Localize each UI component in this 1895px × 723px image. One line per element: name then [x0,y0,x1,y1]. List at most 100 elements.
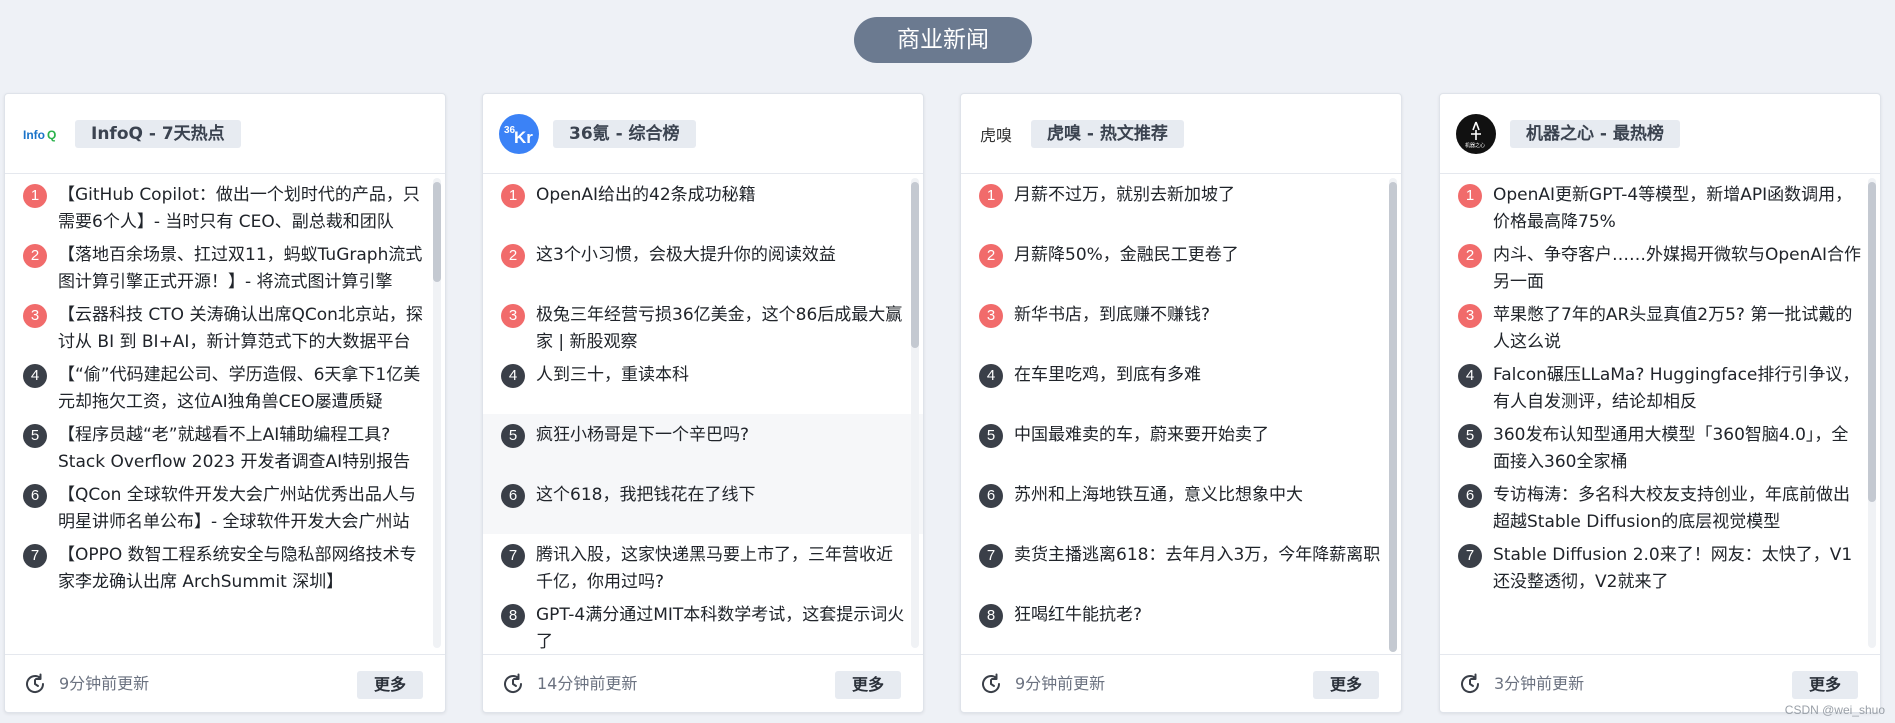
news-item-title[interactable]: 新华书店，到底赚不赚钱? [1014,302,1385,329]
news-list: 1 OpenAI更新GPT-4等模型，新增API函数调用，价格最高降75% 2 … [1440,174,1880,652]
scrollbar[interactable] [911,178,919,648]
news-item-title[interactable]: Stable Diffusion 2.0来了！网友：太快了，V1还没整透彻，V2… [1493,542,1864,596]
news-item-title[interactable]: 【落地百余场景、扛过双11，蚂蚁TuGraph流式图计算引擎正式开源！】- 将流… [58,242,429,296]
card-title[interactable]: 机器之心 - 最热榜 [1510,120,1680,148]
news-item-title[interactable]: 人到三十，重读本科 [536,362,907,389]
news-item[interactable]: 4 Falcon碾压LLaMa? Huggingface排行引争议，有人自发测评… [1440,354,1880,414]
news-item-title[interactable]: 在车里吃鸡，到底有多难 [1014,362,1385,389]
news-list: 1 【GitHub Copilot：做出一个划时代的产品，只需要6个人】- 当时… [5,174,445,652]
news-item-title[interactable]: 极兔三年经营亏损36亿美金，这个86后成最大赢家 | 新股观察 [536,302,907,356]
news-item[interactable]: 7 腾讯入股，这家快递黑马要上市了，三年营收近千亿，你用过吗? [483,534,923,594]
news-item-title[interactable]: 疯狂小杨哥是下一个辛巴吗? [536,422,907,449]
news-item[interactable]: 4 在车里吃鸡，到底有多难 [961,354,1401,414]
more-button[interactable]: 更多 [357,671,423,699]
scrollbar[interactable] [1389,178,1397,652]
rank-badge: 7 [501,544,525,568]
scrollbar-thumb[interactable] [1868,182,1876,502]
news-item[interactable]: 5 360发布认知型通用大模型「360智脑4.0」，全面接入360全家桶 [1440,414,1880,474]
rank-badge: 7 [23,544,47,568]
news-item[interactable]: 2 月薪降50%，金融民工更卷了 [961,234,1401,294]
news-item-title[interactable]: OpenAI给出的42条成功秘籍 [536,182,907,209]
card-title[interactable]: 虎嗅 - 热文推荐 [1031,120,1184,148]
news-item-title[interactable]: 360发布认知型通用大模型「360智脑4.0」，全面接入360全家桶 [1493,422,1864,476]
news-card: 36 Kr 36氪 - 综合榜 1 OpenAI给出的42条成功秘籍 2 这3个小… [482,93,924,713]
news-item[interactable]: 2 内斗、争夺客户……外媒揭开微软与OpenAI合作另一面 [1440,234,1880,294]
more-button[interactable]: 更多 [835,671,901,699]
news-item[interactable]: 1 【GitHub Copilot：做出一个划时代的产品，只需要6个人】- 当时… [5,174,445,234]
rank-badge: 2 [501,244,525,268]
news-item[interactable]: 5 疯狂小杨哥是下一个辛巴吗? [483,414,923,474]
news-item-title[interactable]: 苹果憋了7年的AR头显真值2万5? 第一批试戴的人这么说 [1493,302,1864,356]
news-item[interactable]: 5 【程序员越“老”就越看不上AI辅助编程工具? Stack Overflow … [5,414,445,474]
update-time: 3分钟前更新 [1494,674,1585,693]
more-button[interactable]: 更多 [1313,671,1379,699]
news-item-title[interactable]: 【OPPO 数智工程系统安全与隐私部网络技术专家李龙确认出席 ArchSummi… [58,542,429,596]
news-item-title[interactable]: OpenAI更新GPT-4等模型，新增API函数调用，价格最高降75% [1493,182,1864,236]
news-item-title[interactable]: 【QCon 全球软件开发大会广州站优秀出品人与明星讲师名单公布】- 全球软件开发… [58,482,429,536]
news-item[interactable]: 7 【OPPO 数智工程系统安全与隐私部网络技术专家李龙确认出席 ArchSum… [5,534,445,594]
refresh-icon[interactable] [1458,672,1482,696]
news-item[interactable]: 6 苏州和上海地铁互通，意义比想象中大 [961,474,1401,534]
news-item[interactable]: 7 Stable Diffusion 2.0来了！网友：太快了，V1还没整透彻，… [1440,534,1880,594]
news-item-title[interactable]: 【GitHub Copilot：做出一个划时代的产品，只需要6个人】- 当时只有… [58,182,429,236]
news-item-title[interactable]: Falcon碾压LLaMa? Huggingface排行引争议，有人自发测评，结… [1493,362,1864,416]
scrollbar-thumb[interactable] [911,182,919,348]
news-item-title[interactable]: GPT-4满分通过MIT本科数学考试，这套提示词火了 [536,602,907,652]
news-item[interactable]: 3 新华书店，到底赚不赚钱? [961,294,1401,354]
news-item-title[interactable]: 月薪不过万，就别去新加坡了 [1014,182,1385,209]
rank-badge: 1 [501,184,525,208]
news-item-title[interactable]: 月薪降50%，金融民工更卷了 [1014,242,1385,269]
news-item-title[interactable]: 【“偷”代码建起公司、学历造假、6天拿下1亿美元却拖欠工资，这位AI独角兽CEO… [58,362,429,416]
news-item-title[interactable]: 【程序员越“老”就越看不上AI辅助编程工具? Stack Overflow 20… [58,422,429,476]
news-item-title[interactable]: 这3个小习惯，会极大提升你的阅读效益 [536,242,907,269]
news-item[interactable]: 4 人到三十，重读本科 [483,354,923,414]
scrollbar[interactable] [1868,178,1876,648]
rank-badge: 6 [23,484,47,508]
news-item[interactable]: 4 【“偷”代码建起公司、学历造假、6天拿下1亿美元却拖欠工资，这位AI独角兽C… [5,354,445,414]
rank-badge: 3 [979,304,1003,328]
news-item-title[interactable]: 腾讯入股，这家快递黑马要上市了，三年营收近千亿，你用过吗? [536,542,907,596]
refresh-icon[interactable] [979,672,1003,696]
news-item[interactable]: 2 这3个小习惯，会极大提升你的阅读效益 [483,234,923,294]
scrollbar[interactable] [433,178,441,648]
rank-badge: 8 [501,604,525,628]
news-item-title[interactable]: 狂喝红牛能抗老? [1014,602,1385,629]
card-title[interactable]: InfoQ - 7天热点 [75,120,241,148]
news-item[interactable]: 1 月薪不过万，就别去新加坡了 [961,174,1401,234]
scrollbar-thumb[interactable] [433,182,441,282]
svg-text:机器之心: 机器之心 [1465,142,1485,149]
update-time: 9分钟前更新 [59,674,150,693]
news-item-title[interactable]: 卖货主播逃离618：去年月入3万，今年降薪离职 [1014,542,1385,569]
news-item[interactable]: 8 狂喝红牛能抗老? [961,594,1401,652]
news-item-title[interactable]: 【云器科技 CTO 关涛确认出席QCon北京站，探讨从 BI 到 BI+AI，新… [58,302,429,356]
news-item[interactable]: 1 OpenAI给出的42条成功秘籍 [483,174,923,234]
news-item[interactable]: 7 卖货主播逃离618：去年月入3万，今年降薪离职 [961,534,1401,594]
scrollbar-thumb[interactable] [1389,182,1397,652]
news-item[interactable]: 1 OpenAI更新GPT-4等模型，新增API函数调用，价格最高降75% [1440,174,1880,234]
news-card: 虎嗅 虎嗅 - 热文推荐 1 月薪不过万，就别去新加坡了 2 月薪降50%，金融… [960,93,1402,713]
rank-badge: 5 [979,424,1003,448]
news-item-title[interactable]: 内斗、争夺客户……外媒揭开微软与OpenAI合作另一面 [1493,242,1864,296]
news-item-title[interactable]: 中国最难卖的车，蔚来要开始卖了 [1014,422,1385,449]
news-item-title[interactable]: 专访梅涛：多名科大校友支持创业，年底前做出超越Stable Diffusion的… [1493,482,1864,536]
update-time: 14分钟前更新 [537,674,638,693]
news-item[interactable]: 3 极兔三年经营亏损36亿美金，这个86后成最大赢家 | 新股观察 [483,294,923,354]
news-card: 机器之心 机器之心 - 最热榜 1 OpenAI更新GPT-4等模型，新增API… [1439,93,1881,713]
refresh-icon[interactable] [23,672,47,696]
news-item-title[interactable]: 这个618，我把钱花在了线下 [536,482,907,509]
rank-badge: 1 [979,184,1003,208]
news-item[interactable]: 3 苹果憋了7年的AR头显真值2万5? 第一批试戴的人这么说 [1440,294,1880,354]
card-footer: 9分钟前更新 更多 [961,654,1401,712]
news-item[interactable]: 6 【QCon 全球软件开发大会广州站优秀出品人与明星讲师名单公布】- 全球软件… [5,474,445,534]
news-item[interactable]: 6 专访梅涛：多名科大校友支持创业，年底前做出超越Stable Diffusio… [1440,474,1880,534]
rank-badge: 3 [1458,304,1482,328]
news-item[interactable]: 3 【云器科技 CTO 关涛确认出席QCon北京站，探讨从 BI 到 BI+AI… [5,294,445,354]
news-item[interactable]: 2 【落地百余场景、扛过双11，蚂蚁TuGraph流式图计算引擎正式开源！】- … [5,234,445,294]
refresh-icon[interactable] [501,672,525,696]
news-item[interactable]: 6 这个618，我把钱花在了线下 [483,474,923,534]
news-item[interactable]: 5 中国最难卖的车，蔚来要开始卖了 [961,414,1401,474]
card-title[interactable]: 36氪 - 综合榜 [553,120,696,148]
more-button[interactable]: 更多 [1792,671,1858,699]
news-item-title[interactable]: 苏州和上海地铁互通，意义比想象中大 [1014,482,1385,509]
news-item[interactable]: 8 GPT-4满分通过MIT本科数学考试，这套提示词火了 [483,594,923,652]
